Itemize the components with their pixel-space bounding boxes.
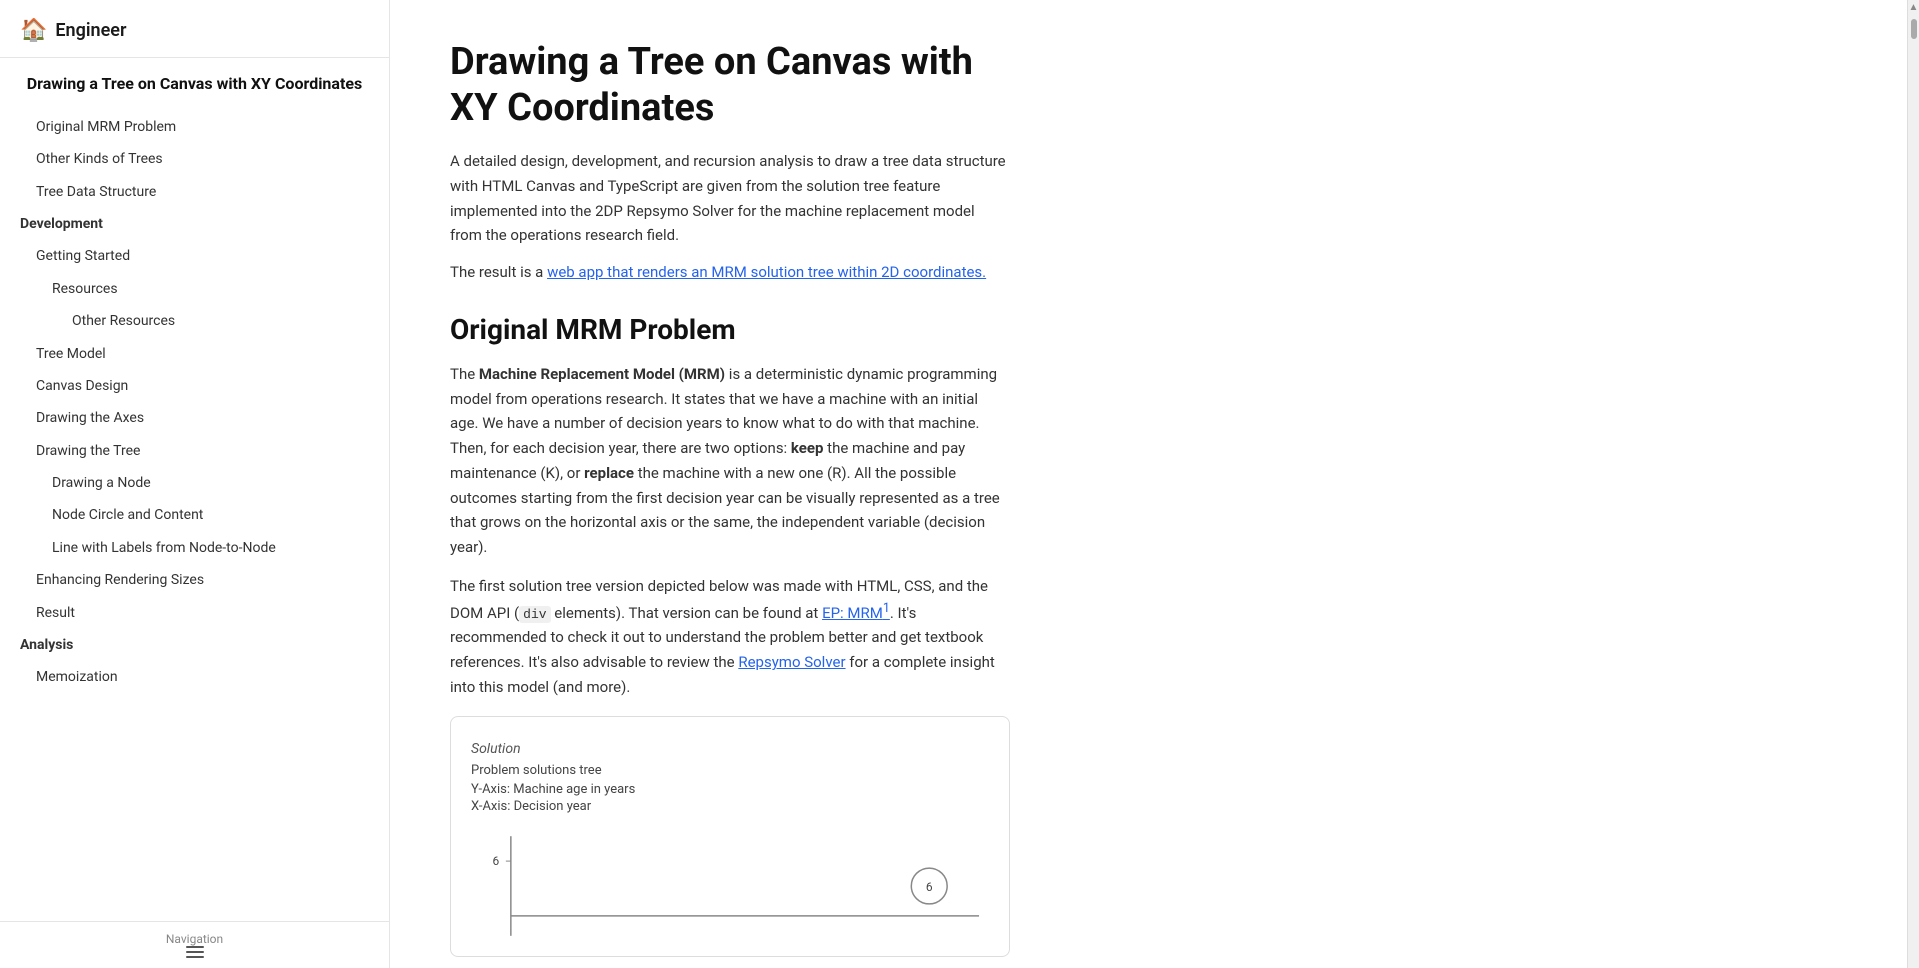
- sidebar-nav-item[interactable]: Resources: [0, 273, 389, 305]
- sidebar-nav-item[interactable]: Other Resources: [0, 305, 389, 337]
- sidebar-nav-item[interactable]: Tree Model: [0, 338, 389, 370]
- diagram-label: Solution: [471, 741, 989, 757]
- section1-title: Original MRM Problem: [450, 313, 1010, 346]
- section1-bold1: Machine Replacement Model (MRM): [479, 365, 725, 383]
- section1-para2: The first solution tree version depicted…: [450, 574, 1010, 700]
- result-link[interactable]: web app that renders an MRM solution tre…: [547, 263, 986, 281]
- sidebar-nav: Original MRM ProblemOther Kinds of Trees…: [0, 105, 389, 921]
- sidebar-nav-item[interactable]: Original MRM Problem: [0, 111, 389, 143]
- scrollbar-thumb[interactable]: [1911, 19, 1917, 39]
- main-content: Drawing a Tree on Canvas with XY Coordin…: [390, 0, 1907, 968]
- sidebar-nav-item[interactable]: Node Circle and Content: [0, 499, 389, 531]
- page-title: Drawing a Tree on Canvas with XY Coordin…: [450, 40, 1010, 131]
- para2-mid: elements). That version can be found at: [551, 604, 822, 622]
- sidebar-nav-item[interactable]: Line with Labels from Node-to-Node: [0, 532, 389, 564]
- right-scrollbar[interactable]: ▲: [1907, 0, 1919, 968]
- sidebar-nav-item[interactable]: Drawing a Node: [0, 467, 389, 499]
- section1-bold3: replace: [584, 464, 634, 482]
- logo-text[interactable]: Engineer: [55, 20, 126, 41]
- result-paragraph: The result is a web app that renders an …: [450, 260, 1010, 285]
- result-prefix: The result is a: [450, 263, 547, 281]
- diagram-y-axis: Y-Axis: Machine age in years: [471, 782, 989, 797]
- sidebar-title: Drawing a Tree on Canvas with XY Coordin…: [0, 58, 389, 105]
- sidebar-nav-item[interactable]: Canvas Design: [0, 370, 389, 402]
- diagram-subtitle: Problem solutions tree: [471, 763, 989, 778]
- intro-text-content: A detailed design, development, and recu…: [450, 152, 1006, 244]
- ep-mrm-link[interactable]: EP: MRM1: [822, 604, 890, 622]
- home-icon: 🏠: [20, 18, 47, 43]
- diagram-x-axis: X-Axis: Decision year: [471, 799, 989, 814]
- logo-bar: 🏠 Engineer: [0, 0, 389, 58]
- svg-text:6: 6: [493, 854, 500, 868]
- diagram-box: Solution Problem solutions tree Y-Axis: …: [450, 716, 1010, 957]
- sidebar-nav-item[interactable]: Analysis: [0, 629, 389, 661]
- sidebar-nav-item[interactable]: Other Kinds of Trees: [0, 143, 389, 175]
- sidebar-nav-item[interactable]: Drawing the Tree: [0, 435, 389, 467]
- section1-para1: The Machine Replacement Model (MRM) is a…: [450, 362, 1010, 560]
- sidebar-nav-item[interactable]: Memoization: [0, 661, 389, 693]
- div-code: div: [519, 606, 550, 623]
- navigation-label: Navigation: [20, 932, 369, 946]
- hamburger-menu-icon[interactable]: [186, 946, 204, 958]
- svg-text:6: 6: [926, 880, 933, 894]
- repsymo-link[interactable]: Repsymo Solver: [738, 653, 845, 671]
- diagram-canvas: 6 6: [471, 826, 989, 946]
- section1-bold2: keep: [791, 439, 824, 457]
- sidebar-nav-item[interactable]: Development: [0, 208, 389, 240]
- sidebar-nav-item[interactable]: Tree Data Structure: [0, 176, 389, 208]
- sidebar-nav-item[interactable]: Result: [0, 597, 389, 629]
- intro-paragraph: A detailed design, development, and recu…: [450, 149, 1010, 248]
- sidebar-nav-item[interactable]: Getting Started: [0, 240, 389, 272]
- sidebar: 🏠 Engineer Drawing a Tree on Canvas with…: [0, 0, 390, 968]
- scroll-arrow-up[interactable]: ▲: [1908, 0, 1919, 15]
- sidebar-nav-item[interactable]: Drawing the Axes: [0, 402, 389, 434]
- section1-text-before: The: [450, 365, 479, 383]
- sidebar-nav-item[interactable]: Enhancing Rendering Sizes: [0, 564, 389, 596]
- sidebar-bottom: Navigation: [0, 921, 389, 968]
